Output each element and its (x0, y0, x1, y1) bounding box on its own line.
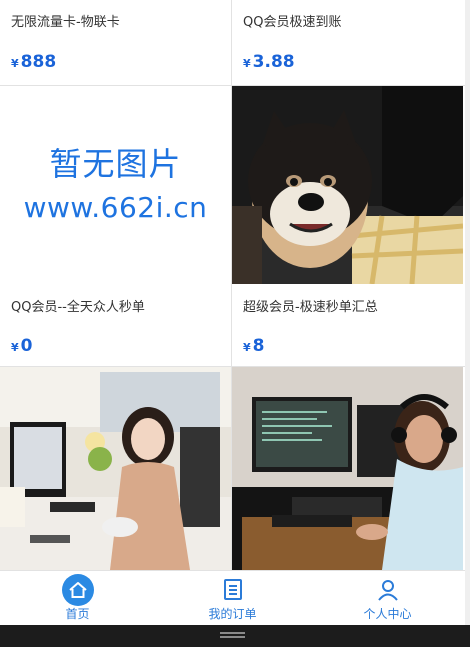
tab-home-label: 首页 (65, 607, 90, 621)
product-card[interactable] (232, 367, 463, 570)
tab-profile[interactable]: 个人中心 (310, 571, 465, 626)
gamer-girl-photo (232, 367, 463, 570)
office-girl-photo (0, 367, 231, 570)
drag-handle-icon[interactable] (220, 632, 245, 638)
currency-symbol: ¥ (11, 57, 19, 70)
product-title: 超级会员-极速秒单汇总 (243, 300, 378, 315)
bottom-tab-bar: 首页 我的订单 个人中心 (0, 570, 465, 626)
product-title: 无限流量卡-物联卡 (11, 15, 120, 30)
product-price: ¥8 (243, 336, 265, 356)
order-list-icon (223, 579, 242, 600)
currency-symbol: ¥ (11, 341, 19, 354)
product-card[interactable]: 超级会员-极速秒单汇总 ¥8 (232, 86, 463, 366)
product-card[interactable]: 无限流量卡-物联卡 ¥888 (0, 0, 231, 85)
price-value: 3.88 (252, 52, 295, 72)
dog-photo (232, 86, 463, 284)
tab-orders[interactable]: 我的订单 (155, 571, 310, 626)
user-icon (377, 580, 398, 601)
product-title: QQ会员极速到账 (243, 15, 342, 30)
currency-symbol: ¥ (243, 57, 251, 70)
product-image (232, 367, 463, 570)
currency-symbol: ¥ (243, 341, 251, 354)
product-price: ¥888 (11, 52, 56, 72)
product-card[interactable] (0, 367, 231, 570)
scroll-gutter (465, 0, 470, 625)
price-value: 0 (20, 336, 33, 356)
home-icon (61, 574, 94, 606)
no-image-placeholder: 暂无图片 www.662i.cn (0, 86, 231, 284)
product-card[interactable]: QQ会员极速到账 ¥3.88 (232, 0, 463, 85)
product-image (0, 367, 231, 570)
tab-home[interactable]: 首页 (0, 571, 155, 626)
price-value: 888 (20, 52, 57, 72)
price-value: 8 (252, 336, 265, 356)
product-title: QQ会员--全天众人秒单 (11, 300, 145, 315)
product-price: ¥3.88 (243, 52, 295, 72)
tab-orders-label: 我的订单 (208, 607, 257, 621)
product-image (232, 86, 463, 284)
placeholder-url: www.662i.cn (23, 191, 208, 224)
placeholder-text: 暂无图片 (49, 145, 182, 183)
product-price: ¥0 (11, 336, 33, 356)
product-card[interactable]: 暂无图片 www.662i.cn QQ会员--全天众人秒单 ¥0 (0, 86, 231, 366)
product-grid: 无限流量卡-物联卡 ¥888 QQ会员极速到账 ¥3.88 暂无图片 www.6… (0, 0, 465, 570)
tab-profile-label: 个人中心 (363, 607, 412, 621)
